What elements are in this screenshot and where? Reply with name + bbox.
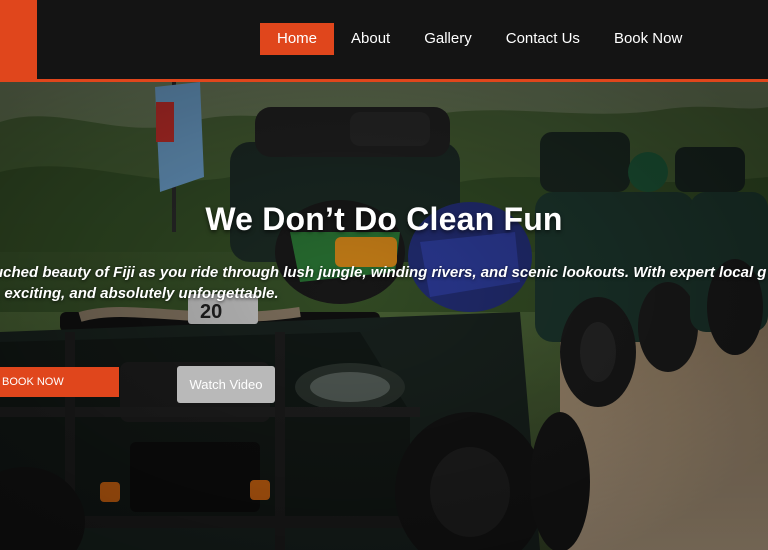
hero-description-line-1: uched beauty of Fiji as you ride through… <box>0 264 767 281</box>
nav-about[interactable]: About <box>334 23 407 55</box>
nav-book-now[interactable]: Book Now <box>597 23 699 55</box>
hero-section: 20 We Don’t Do Clean Fun uched beauty of… <box>0 82 768 550</box>
nav-gallery[interactable]: Gallery <box>407 23 489 55</box>
logo[interactable] <box>0 0 37 80</box>
nav-contact-us[interactable]: Contact Us <box>489 23 597 55</box>
hero-description-line-2: , exciting, and absolutely unforgettable… <box>0 285 279 302</box>
site-header: Home About Gallery Contact Us Book Now <box>0 0 768 82</box>
nav-home[interactable]: Home <box>260 23 335 55</box>
hero-background-image: 20 <box>0 82 768 550</box>
book-now-button[interactable]: BOOK NOW <box>0 367 119 397</box>
main-nav: Home About Gallery Contact Us Book Now <box>260 23 699 55</box>
watch-video-button[interactable]: Watch Video <box>177 366 275 403</box>
hero-title: We Don’t Do Clean Fun <box>205 201 563 237</box>
